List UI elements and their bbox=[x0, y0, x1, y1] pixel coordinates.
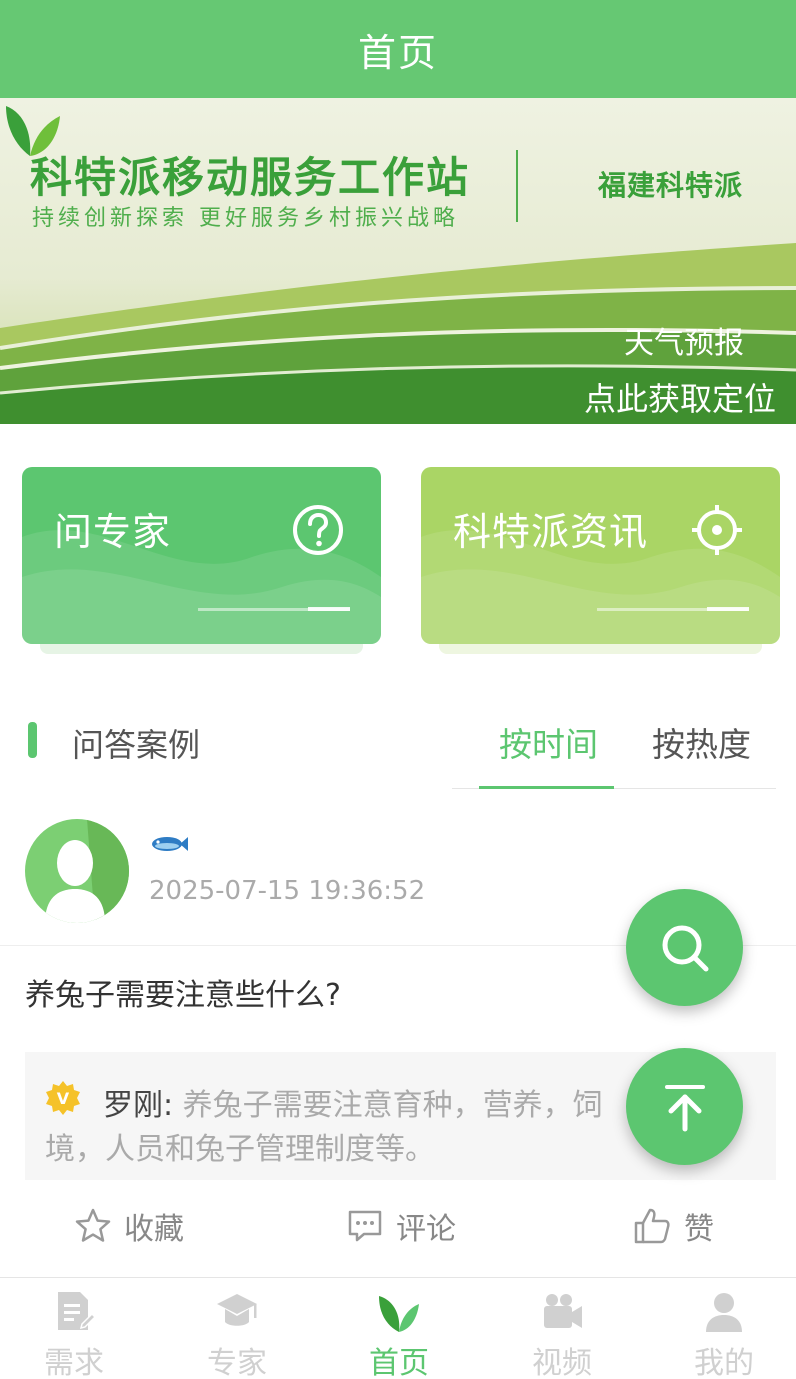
card-underline-accent bbox=[308, 607, 350, 611]
nav-label-mine: 我的 bbox=[694, 1346, 754, 1379]
banner-subtitle: 持续创新探索 更好服务乡村振兴战略 bbox=[32, 206, 459, 231]
avatar[interactable] bbox=[25, 819, 129, 923]
nav-item-expert[interactable]: 专家 bbox=[177, 1290, 297, 1379]
comment-button[interactable]: 评论 bbox=[346, 1204, 456, 1248]
card-underline-accent bbox=[707, 607, 749, 611]
arrow-up-to-top-icon bbox=[664, 1084, 705, 1131]
post-timestamp: 2025-07-15 19:36:52 bbox=[149, 876, 426, 906]
video-camera-icon bbox=[544, 1294, 582, 1328]
search-icon bbox=[662, 925, 708, 971]
tab-active-indicator bbox=[479, 786, 614, 789]
verified-v-badge-icon: V bbox=[46, 1081, 80, 1115]
tab-by-popularity[interactable]: 按热度 bbox=[652, 718, 751, 766]
nav-label-video: 视频 bbox=[532, 1346, 592, 1379]
page-title: 首页 bbox=[357, 30, 438, 75]
ask-expert-card[interactable]: 问专家 bbox=[22, 467, 381, 644]
collect-label: 收藏 bbox=[124, 1212, 184, 1247]
thumbs-up-icon bbox=[634, 1208, 670, 1244]
comment-label: 评论 bbox=[396, 1212, 456, 1247]
tab-by-time[interactable]: 按时间 bbox=[499, 718, 598, 766]
nav-item-home[interactable]: 首页 bbox=[339, 1290, 459, 1379]
graduation-cap-icon bbox=[217, 1294, 257, 1326]
top-bar: 首页 bbox=[0, 0, 796, 98]
ask-expert-label: 问专家 bbox=[54, 510, 172, 554]
banner[interactable]: 科特派移动服务工作站 持续创新探索 更好服务乡村振兴战略 福建科特派 天气预报 … bbox=[0, 98, 796, 424]
comment-bubble-icon bbox=[348, 1210, 382, 1242]
answer-text-line2: 境，人员和兔子管理制度等。 bbox=[45, 1132, 435, 1167]
star-icon bbox=[75, 1208, 111, 1242]
question-text[interactable]: 养兔子需要注意些什么? bbox=[25, 970, 341, 1014]
kitepai-news-card[interactable]: 科特派资讯 bbox=[421, 467, 780, 644]
nav-label-expert: 专家 bbox=[207, 1346, 267, 1379]
bottom-navigation: 需求 专家 首页 视频 我的 bbox=[0, 1277, 796, 1379]
nav-item-demand[interactable]: 需求 bbox=[14, 1290, 134, 1379]
news-label: 科特派资讯 bbox=[453, 510, 649, 554]
nav-item-mine[interactable]: 我的 bbox=[664, 1290, 784, 1379]
leaf-logo-icon bbox=[6, 106, 60, 156]
section-accent-bar bbox=[28, 722, 37, 758]
weather-link[interactable]: 天气预报 bbox=[624, 318, 744, 362]
like-button[interactable]: 赞 bbox=[632, 1204, 714, 1248]
section-title: 问答案例 bbox=[72, 726, 201, 764]
answer-author: 罗刚: bbox=[103, 1088, 174, 1123]
banner-divider bbox=[516, 150, 518, 222]
answer-first-line: 罗刚: 养兔子需要注意育种，营养，饲 bbox=[103, 1080, 603, 1124]
svg-text:V: V bbox=[57, 1089, 70, 1108]
search-fab-button[interactable] bbox=[626, 889, 743, 1006]
answer-text-line1: 养兔子需要注意育种，营养，饲 bbox=[182, 1088, 603, 1123]
brand-name: 福建科特派 bbox=[598, 169, 744, 202]
nav-label-home: 首页 bbox=[369, 1346, 429, 1379]
user-icon bbox=[706, 1293, 742, 1332]
scroll-to-top-button[interactable] bbox=[626, 1048, 743, 1165]
default-user-avatar-icon bbox=[45, 819, 129, 923]
like-label: 赞 bbox=[684, 1212, 714, 1247]
fish-icon bbox=[152, 837, 188, 851]
document-edit-icon bbox=[58, 1292, 96, 1330]
nav-label-demand: 需求 bbox=[44, 1346, 104, 1379]
question-circle-icon bbox=[293, 505, 343, 555]
nav-item-video[interactable]: 视频 bbox=[502, 1290, 622, 1379]
target-locate-icon bbox=[692, 505, 742, 555]
collect-button[interactable]: 收藏 bbox=[74, 1204, 184, 1248]
banner-title: 科特派移动服务工作站 bbox=[30, 153, 471, 202]
leaf-icon bbox=[379, 1296, 419, 1332]
get-location-link[interactable]: 点此获取定位 bbox=[584, 374, 776, 420]
